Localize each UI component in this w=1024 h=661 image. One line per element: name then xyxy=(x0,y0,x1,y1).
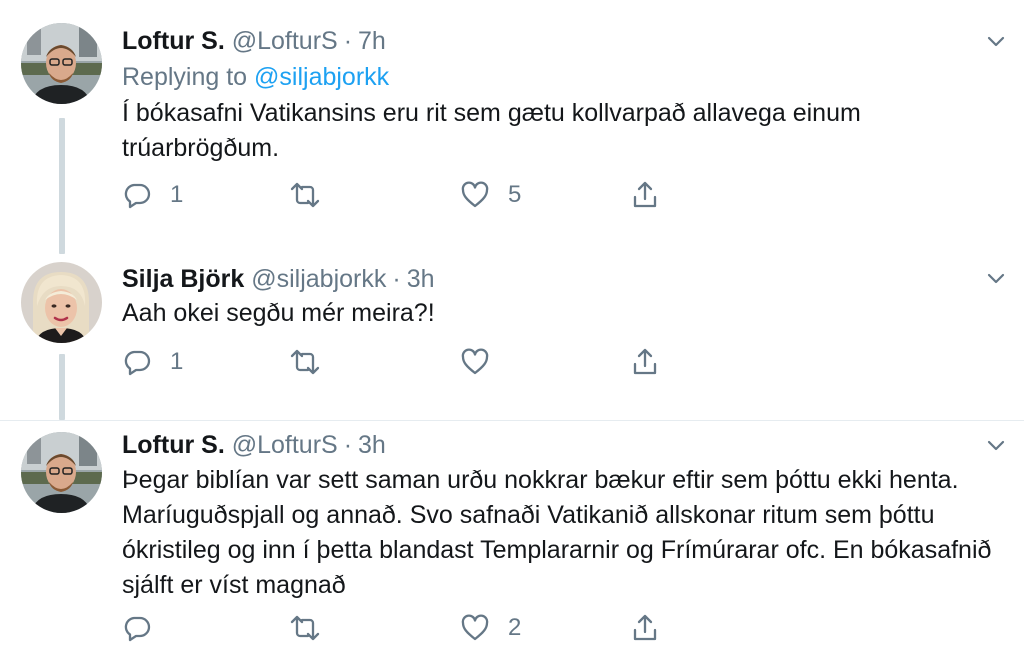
separator-dot: · xyxy=(343,431,353,459)
heart-icon xyxy=(460,180,490,210)
replying-label: Replying to xyxy=(122,63,248,91)
retweet-icon xyxy=(288,180,322,210)
display-name[interactable]: Loftur S. xyxy=(122,27,225,55)
tweet-actions: 1 5 xyxy=(122,178,682,212)
chevron-down-icon[interactable] xyxy=(984,433,1008,457)
reply-button[interactable]: 1 xyxy=(122,178,183,212)
avatar[interactable] xyxy=(21,432,102,513)
chevron-down-icon[interactable] xyxy=(984,29,1008,53)
reply-icon xyxy=(122,347,152,377)
share-icon xyxy=(630,347,660,377)
retweet-icon xyxy=(288,613,322,643)
retweet-button[interactable] xyxy=(288,178,340,212)
reply-count: 1 xyxy=(170,181,184,208)
like-button[interactable]: 5 xyxy=(460,178,521,212)
timestamp[interactable]: 7h xyxy=(358,27,386,55)
reply-count: 1 xyxy=(170,348,184,375)
tweet-text: Þegar biblían var sett saman urðu nokkra… xyxy=(122,466,992,599)
chevron-down-icon[interactable] xyxy=(984,266,1008,290)
avatar[interactable] xyxy=(21,23,102,104)
reply-button[interactable] xyxy=(122,611,170,645)
reply-icon xyxy=(122,180,152,210)
timestamp[interactable]: 3h xyxy=(358,431,386,459)
share-button[interactable] xyxy=(630,611,660,645)
replying-to: Replying to @siljabjorkk xyxy=(122,62,389,92)
mention-link[interactable]: @siljabjorkk xyxy=(254,63,389,91)
like-button[interactable]: 2 xyxy=(460,611,521,645)
like-count: 2 xyxy=(508,614,522,641)
timestamp[interactable]: 3h xyxy=(407,265,435,293)
share-icon xyxy=(630,613,660,643)
heart-icon xyxy=(460,613,490,643)
retweet-button[interactable] xyxy=(288,345,340,379)
user-handle[interactable]: @LofturS xyxy=(232,27,338,55)
share-button[interactable] xyxy=(630,345,660,379)
reply-button[interactable]: 1 xyxy=(122,345,183,379)
retweet-icon xyxy=(288,347,322,377)
tweet-text: Aah okei segðu mér meira?! xyxy=(122,299,435,327)
share-button[interactable] xyxy=(630,178,660,212)
tweet-text: Í bókasafni Vatikansins eru rit sem gætu… xyxy=(122,99,861,162)
tweet[interactable]: Loftur S. @LofturS · 3h Þegar biblían var … xyxy=(0,421,1024,661)
tweet-header: Loftur S. @LofturS · 7h xyxy=(122,26,386,56)
tweet[interactable]: Loftur S. @LofturS · 7h Replying to @silja… xyxy=(0,0,1024,254)
tweet-header: Loftur S. @LofturS · 3h xyxy=(122,430,386,460)
like-count: 5 xyxy=(508,181,522,208)
display-name[interactable]: Loftur S. xyxy=(122,431,225,459)
retweet-button[interactable] xyxy=(288,611,340,645)
user-handle[interactable]: @LofturS xyxy=(232,431,338,459)
tweet[interactable]: Silja Björk @siljabjorkk · 3h Aah okei seg… xyxy=(0,244,1024,421)
tweet-actions: 2 xyxy=(122,611,682,645)
separator-dot: · xyxy=(343,27,353,55)
reply-icon xyxy=(122,613,152,643)
tweet-actions: 1 xyxy=(122,345,682,379)
thread-line xyxy=(59,118,65,254)
share-icon xyxy=(630,180,660,210)
display-name[interactable]: Silja Björk xyxy=(122,265,244,293)
tweet-header: Silja Björk @siljabjorkk · 3h xyxy=(122,264,435,294)
separator-dot: · xyxy=(392,265,401,293)
thread-line xyxy=(59,354,65,420)
avatar[interactable] xyxy=(21,262,102,343)
like-button[interactable] xyxy=(460,345,508,379)
heart-icon xyxy=(460,347,490,377)
user-handle[interactable]: @siljabjorkk xyxy=(251,265,386,293)
